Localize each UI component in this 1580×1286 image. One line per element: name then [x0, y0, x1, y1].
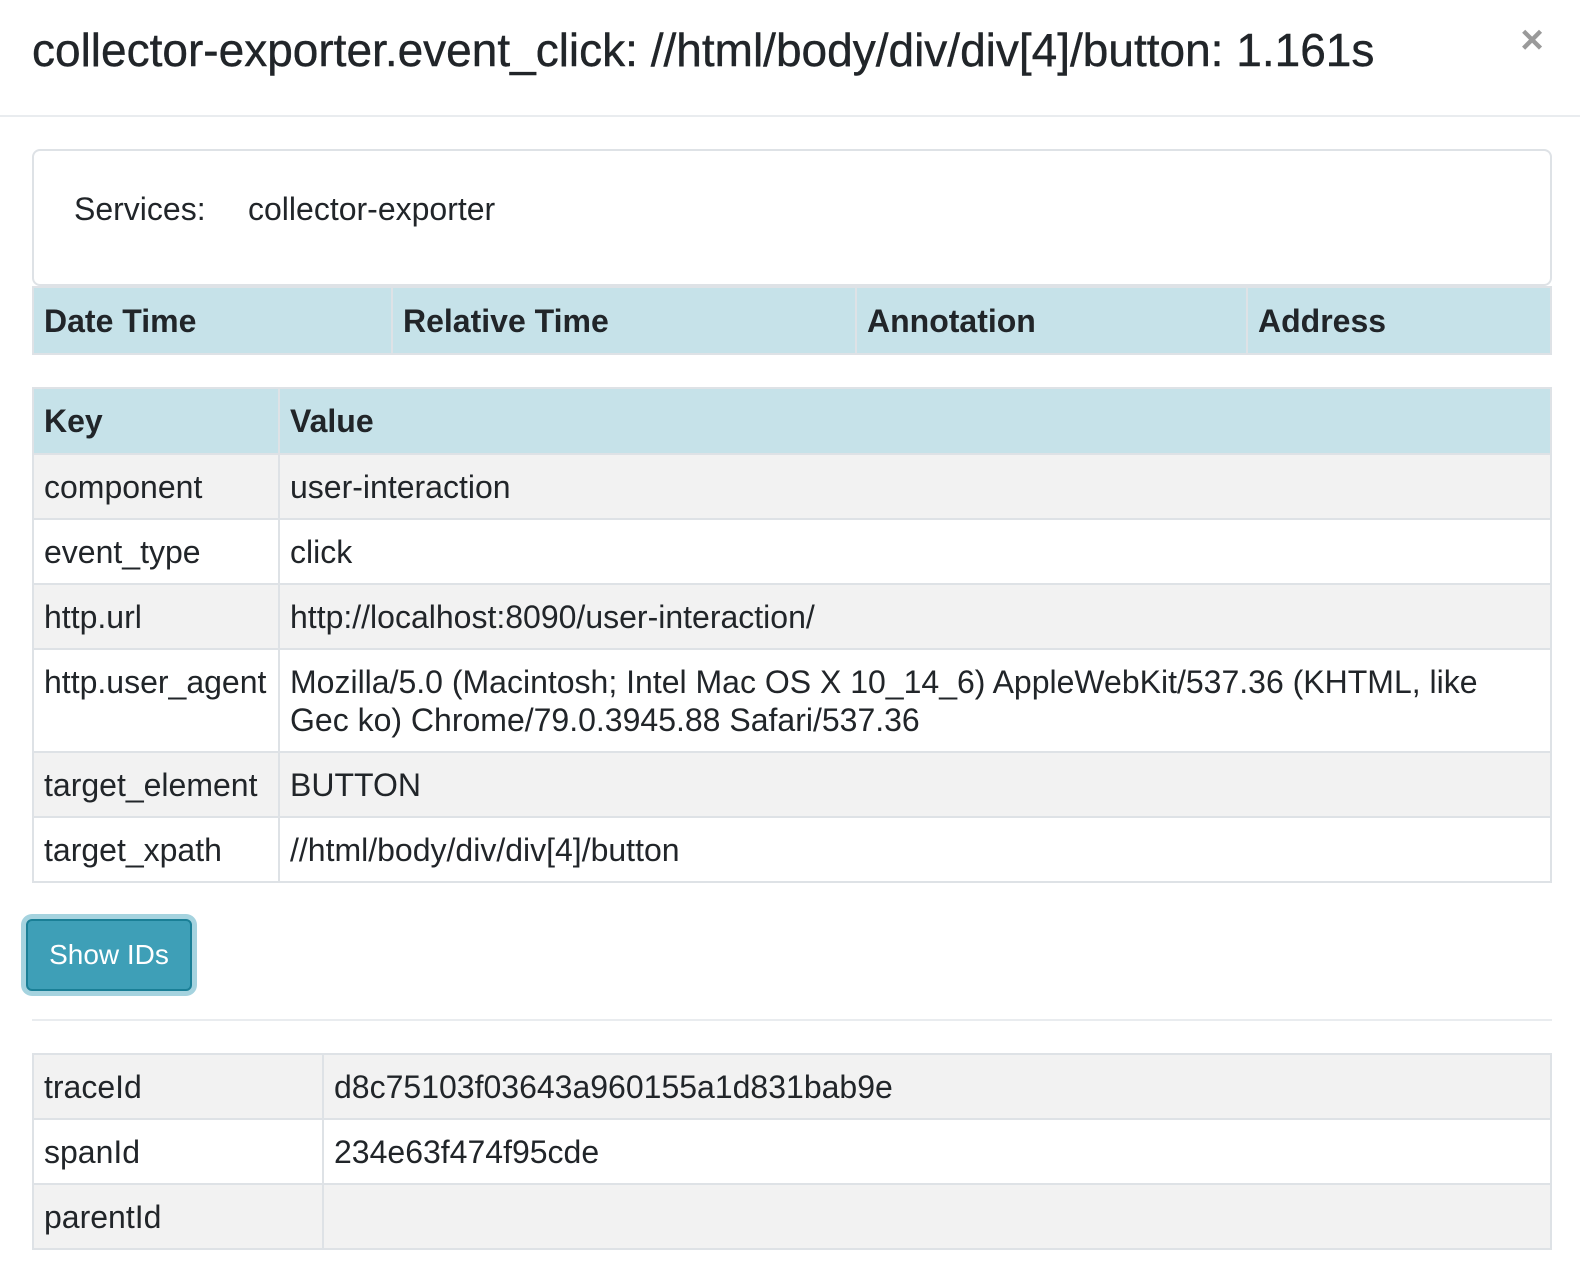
header-key: Key	[32, 387, 280, 455]
id-value	[322, 1183, 1552, 1250]
show-ids-button[interactable]: Show IDs	[26, 919, 192, 991]
tag-value: user-interaction	[278, 453, 1552, 520]
modal-header: collector-exporter.event_click: //html/b…	[0, 0, 1580, 117]
tag-key: target_element	[32, 751, 280, 818]
table-row: spanId 234e63f474f95cde	[32, 1118, 1552, 1185]
tags-table: Key Value component user-interaction eve…	[32, 387, 1552, 883]
ids-table: traceId d8c75103f03643a960155a1d831bab9e…	[32, 1053, 1552, 1250]
table-row: target_element BUTTON	[32, 751, 1552, 818]
services-value: collector-exporter	[248, 191, 496, 227]
close-icon[interactable]: ×	[1512, 18, 1552, 62]
tag-value: BUTTON	[278, 751, 1552, 818]
id-value: 234e63f474f95cde	[322, 1118, 1552, 1185]
header-value: Value	[278, 387, 1552, 455]
tag-value: http://localhost:8090/user-interaction/	[278, 583, 1552, 650]
tag-key: component	[32, 453, 280, 520]
table-row: event_type click	[32, 518, 1552, 585]
tag-key: http.user_agent	[32, 648, 280, 753]
id-key: spanId	[32, 1118, 324, 1185]
tag-value: //html/body/div/div[4]/button	[278, 816, 1552, 883]
id-value: d8c75103f03643a960155a1d831bab9e	[322, 1053, 1552, 1120]
annotations-header-row: Date Time Relative Time Annotation Addre…	[32, 286, 1552, 355]
header-annotation: Annotation	[855, 286, 1248, 355]
modal-title: collector-exporter.event_click: //html/b…	[32, 24, 1375, 76]
services-label: Services:	[74, 191, 206, 227]
table-row: parentId	[32, 1183, 1552, 1250]
header-relative-time: Relative Time	[391, 286, 857, 355]
table-row: http.user_agent Mozilla/5.0 (Macintosh; …	[32, 648, 1552, 753]
table-row: component user-interaction	[32, 453, 1552, 520]
header-address: Address	[1246, 286, 1552, 355]
table-row: target_xpath //html/body/div/div[4]/butt…	[32, 816, 1552, 883]
services-panel: Services: collector-exporter	[32, 149, 1552, 286]
tags-header-row: Key Value	[32, 387, 1552, 455]
tag-value: click	[278, 518, 1552, 585]
table-row: traceId d8c75103f03643a960155a1d831bab9e	[32, 1053, 1552, 1120]
id-key: parentId	[32, 1183, 324, 1250]
modal-body: Services: collector-exporter Date Time R…	[26, 149, 1552, 1250]
id-key: traceId	[32, 1053, 324, 1120]
tag-key: event_type	[32, 518, 280, 585]
table-row: http.url http://localhost:8090/user-inte…	[32, 583, 1552, 650]
tag-key: target_xpath	[32, 816, 280, 883]
tag-key: http.url	[32, 583, 280, 650]
divider	[32, 1019, 1552, 1021]
header-date-time: Date Time	[32, 286, 393, 355]
tag-value: Mozilla/5.0 (Macintosh; Intel Mac OS X 1…	[278, 648, 1552, 753]
annotations-table: Date Time Relative Time Annotation Addre…	[32, 286, 1552, 355]
